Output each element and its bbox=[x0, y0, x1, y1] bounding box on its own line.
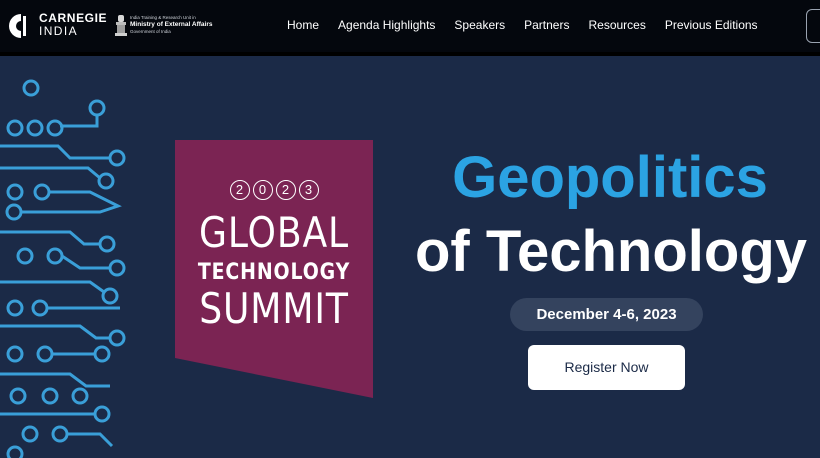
register-now-button[interactable]: Register Now bbox=[528, 345, 685, 390]
header-cta-button[interactable] bbox=[806, 9, 820, 43]
circuit-pattern-decoration bbox=[0, 79, 126, 458]
year-digit: 2 bbox=[229, 180, 250, 200]
nav-home[interactable]: Home bbox=[287, 17, 319, 33]
partner-government: Government of India bbox=[130, 29, 171, 34]
nav-resources[interactable]: Resources bbox=[588, 17, 645, 33]
year-digit: 3 bbox=[298, 180, 319, 200]
badge-year: 2023 bbox=[175, 180, 373, 200]
national-emblem-icon bbox=[115, 15, 127, 36]
main-nav: Home Agenda Highlights Speakers Partners… bbox=[287, 17, 758, 33]
summit-logo-badge: 2023 GLOBAL TECHNOLOGY SUMMIT bbox=[175, 140, 373, 398]
carnegie-logo-icon[interactable] bbox=[8, 13, 34, 39]
year-digit: 0 bbox=[252, 180, 273, 200]
badge-title-technology: TECHNOLOGY bbox=[197, 260, 351, 285]
badge-title-global: GLOBAL bbox=[198, 208, 350, 257]
brand-subtitle: INDIA bbox=[39, 24, 79, 38]
event-dates-badge: December 4-6, 2023 bbox=[510, 298, 703, 331]
nav-previous-editions[interactable]: Previous Editions bbox=[665, 17, 758, 33]
nav-partners[interactable]: Partners bbox=[524, 17, 569, 33]
top-navigation-bar: CARNEGIE INDIA India Training & Research… bbox=[0, 0, 820, 56]
nav-agenda-highlights[interactable]: Agenda Highlights bbox=[338, 17, 435, 33]
hero-headline-line-1: Geopolitics bbox=[452, 145, 768, 210]
nav-speakers[interactable]: Speakers bbox=[454, 17, 505, 33]
partner-credit: India Training & Research Unit in Minist… bbox=[130, 15, 212, 35]
partner-ministry: Ministry of External Affairs bbox=[130, 21, 213, 28]
brand-logotype[interactable]: CARNEGIE INDIA bbox=[39, 12, 107, 38]
year-digit: 2 bbox=[275, 180, 296, 200]
badge-title-summit: SUMMIT bbox=[199, 284, 349, 333]
hero-headline-line-2: of Technology bbox=[415, 219, 808, 284]
